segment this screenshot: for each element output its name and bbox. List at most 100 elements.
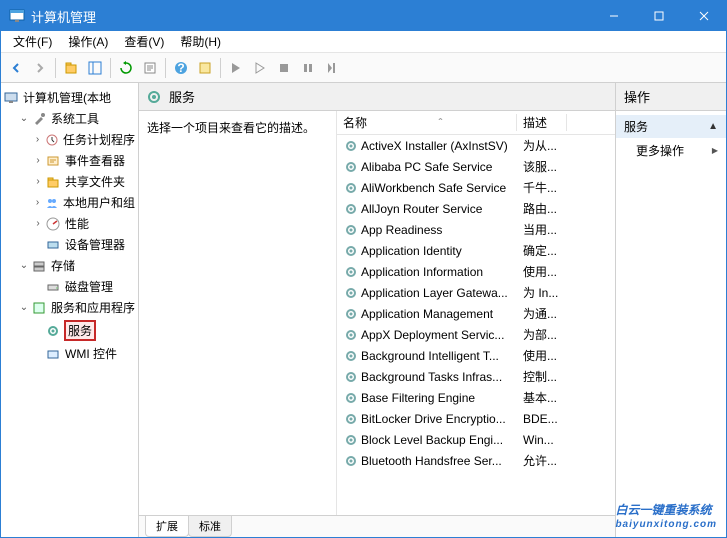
service-row[interactable]: Background Intelligent T...使用... [337,345,615,366]
actions-more[interactable]: 更多操作 ▶ [616,138,726,163]
gear-icon [343,390,359,406]
gear-icon [343,222,359,238]
actions-item-label: 更多操作 [636,142,684,159]
description-prompt: 选择一个项目来查看它的描述。 [147,119,328,136]
tree-label: 计算机管理(本地 [22,89,112,106]
service-row[interactable]: Application Management为通... [337,303,615,324]
service-desc-cell: 为 In... [517,284,567,301]
properties-button[interactable] [194,57,216,79]
tab-standard[interactable]: 标准 [188,516,232,537]
service-row[interactable]: Application Identity确定... [337,240,615,261]
actions-section-label: 服务 [624,118,648,135]
menu-help[interactable]: 帮助(H) [172,31,229,52]
toolbar-separator [110,58,111,78]
close-button[interactable] [681,1,726,31]
service-row[interactable]: BitLocker Drive Encryptio...BDE... [337,408,615,429]
show-hide-tree-button[interactable] [84,57,106,79]
menu-view[interactable]: 查看(V) [116,31,172,52]
service-desc-cell: 为通... [517,305,567,322]
tree-label: 性能 [64,215,90,232]
service-name-cell: Application Layer Gatewa... [337,285,517,301]
service-row[interactable]: Alibaba PC Safe Service该服... [337,156,615,177]
service-desc-cell: 为部... [517,326,567,343]
service-name: Application Information [361,265,483,279]
tree-performance[interactable]: › 性能 [31,213,136,234]
event-icon [45,153,61,169]
gear-icon [343,159,359,175]
tree-device-manager[interactable]: 设备管理器 [31,234,136,255]
service-name-cell: Alibaba PC Safe Service [337,159,517,175]
service-row[interactable]: Application Layer Gatewa...为 In... [337,282,615,303]
forward-button[interactable] [29,57,51,79]
services-list[interactable]: 名称ˆ 描述 ActiveX Installer (AxInstSV)为从...… [337,111,615,515]
play-button[interactable] [249,57,271,79]
service-desc-cell: 使用... [517,263,567,280]
tree-system-tools[interactable]: ⌄ 系统工具 [17,108,136,129]
tree-wmi[interactable]: WMI 控件 [31,343,136,364]
navigation-tree[interactable]: 计算机管理(本地 ⌄ 系统工具 ›任务计划程序 ›事件查看器 ›共享文件夹 ›本… [1,83,139,537]
column-header-name[interactable]: 名称ˆ [337,114,517,131]
tree-storage[interactable]: ⌄ 存储 [17,255,136,276]
gear-icon [343,327,359,343]
service-row[interactable]: ActiveX Installer (AxInstSV)为从... [337,135,615,156]
tree-disk-mgmt[interactable]: 磁盘管理 [31,276,136,297]
pause-service-button[interactable] [297,57,319,79]
actions-panel: 操作 服务 ▲ 更多操作 ▶ [616,83,726,537]
up-button[interactable] [60,57,82,79]
restart-service-button[interactable] [321,57,343,79]
computer-icon [3,90,19,106]
collapse-icon[interactable]: ⌄ [17,113,31,124]
expand-icon[interactable]: › [31,155,45,166]
actions-section[interactable]: 服务 ▲ [616,115,726,138]
export-button[interactable] [139,57,161,79]
expand-icon[interactable]: › [31,134,44,145]
tree-label: 服务 [64,320,96,341]
expand-icon[interactable]: › [31,176,45,187]
service-desc-cell: 使用... [517,347,567,364]
menu-action[interactable]: 操作(A) [60,31,116,52]
service-row[interactable]: AppX Deployment Servic...为部... [337,324,615,345]
tree-root[interactable]: 计算机管理(本地 [3,87,136,108]
expand-icon[interactable]: › [31,218,45,229]
collapse-icon[interactable]: ⌄ [17,260,31,271]
clock-icon [44,132,59,148]
toolbar-separator [55,58,56,78]
service-row[interactable]: Block Level Backup Engi...Win... [337,429,615,450]
tab-extended[interactable]: 扩展 [145,516,189,537]
performance-icon [45,216,61,232]
expand-icon[interactable]: › [31,197,44,208]
sort-indicator-icon: ˆ [439,116,443,130]
refresh-button[interactable] [115,57,137,79]
tree-label: 系统工具 [50,110,100,127]
menu-file[interactable]: 文件(F) [5,31,60,52]
collapse-icon[interactable]: ⌄ [17,302,31,313]
service-desc-cell: 路由... [517,200,567,217]
back-button[interactable] [5,57,27,79]
service-row[interactable]: AliWorkbench Safe Service千牛... [337,177,615,198]
stop-service-button[interactable] [273,57,295,79]
maximize-button[interactable] [636,1,681,31]
start-service-button[interactable] [225,57,247,79]
chevron-right-icon: ▶ [712,146,718,155]
tree-services-apps[interactable]: ⌄ 服务和应用程序 [17,297,136,318]
service-row[interactable]: AllJoyn Router Service路由... [337,198,615,219]
minimize-button[interactable] [591,1,636,31]
service-row[interactable]: Application Information 使用... [337,261,615,282]
help-button[interactable]: ? [170,57,192,79]
tree-services[interactable]: 服务 [31,318,136,343]
service-row[interactable]: App Readiness当用... [337,219,615,240]
column-header-desc[interactable]: 描述 [517,114,567,131]
tree-task-scheduler[interactable]: ›任务计划程序 [31,129,136,150]
tree-event-viewer[interactable]: ›事件查看器 [31,150,136,171]
service-row[interactable]: Background Tasks Infras...控制... [337,366,615,387]
gear-icon [343,369,359,385]
tree-shared-folders[interactable]: ›共享文件夹 [31,171,136,192]
tree-local-users[interactable]: ›本地用户和组 [31,192,136,213]
center-panel: 服务 选择一个项目来查看它的描述。 名称ˆ 描述 ActiveX Install… [139,83,616,537]
gear-icon [343,264,359,280]
gear-icon [343,180,359,196]
window-title: 计算机管理 [31,7,591,26]
service-row[interactable]: Base Filtering Engine基本... [337,387,615,408]
actions-title: 操作 [616,83,726,111]
service-row[interactable]: Bluetooth Handsfree Ser...允许... [337,450,615,471]
